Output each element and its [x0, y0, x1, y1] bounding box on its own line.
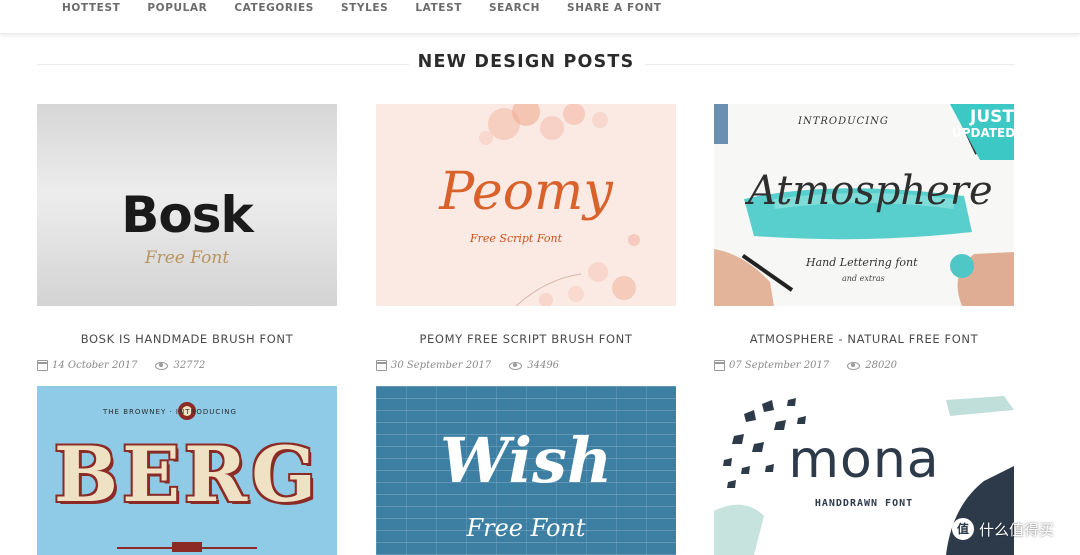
thumbnail-subline: Free Font	[466, 514, 586, 542]
just-updated-badge-line-2: UPDATED	[952, 126, 1014, 140]
site-watermark: 值 什么值得买	[952, 518, 1054, 540]
thumbnail-headline: Bosk	[121, 186, 253, 244]
post-thumbnail[interactable]: Wish Free Font	[376, 386, 676, 555]
thumbnail-headline: mona	[788, 430, 940, 490]
nav-item-styles[interactable]: STYLES	[341, 2, 388, 14]
post-thumbnail[interactable]: THE BROWNEY · INTRODUCING BERG	[37, 386, 337, 555]
just-updated-badge-line-1: JUST	[970, 107, 1014, 127]
thumbnail-subline: HANDDRAWN FONT	[814, 498, 914, 509]
watermark-logo: 值	[952, 518, 974, 540]
section-title: NEW DESIGN POSTS	[417, 52, 635, 72]
nav-item-hottest[interactable]: HOTTEST	[62, 2, 120, 14]
top-navigation: HOTTEST POPULAR CATEGORIES STYLES LATEST…	[0, 0, 1080, 34]
nav-item-latest[interactable]: LATEST	[415, 2, 462, 14]
post-date: 07 September 2017	[729, 360, 830, 371]
post-views: 28020	[865, 360, 898, 371]
post-title[interactable]: BOSK IS HANDMADE BRUSH FONT	[37, 332, 337, 346]
post-title[interactable]: PEOMY FREE SCRIPT BRUSH FONT	[376, 332, 676, 346]
post-meta: 30 September 2017 34496	[376, 360, 559, 371]
calendar-icon	[37, 360, 48, 371]
nav-menu: HOTTEST POPULAR CATEGORIES STYLES LATEST…	[62, 2, 688, 14]
post-date: 30 September 2017	[391, 360, 492, 371]
thumbnail-subline: Free Font	[144, 248, 230, 268]
thumbnail-subline: Free Script Font	[470, 232, 562, 245]
thumbnail-subline-2: and extras	[842, 274, 885, 283]
post-views: 32772	[173, 360, 206, 371]
post-date: 14 October 2017	[52, 360, 138, 371]
thumbnail-headline: Wish	[439, 424, 613, 497]
nav-item-search[interactable]: SEARCH	[489, 2, 540, 14]
eye-icon	[847, 361, 861, 370]
thumbnail-headline: Peomy	[439, 162, 613, 222]
post-thumbnail[interactable]: INTRODUCING Atmosphere Hand Lettering fo…	[714, 104, 1014, 306]
thumbnail-kicker: INTRODUCING	[798, 116, 889, 127]
eye-icon	[509, 361, 523, 370]
thumbnail-headline: Atmosphere	[748, 168, 993, 214]
nav-item-categories[interactable]: CATEGORIES	[234, 2, 314, 14]
thumbnail-headline: BERG	[53, 430, 321, 519]
calendar-icon	[714, 360, 725, 371]
post-meta: 14 October 2017 32772	[37, 360, 205, 371]
thumbnail-subline: Hand Lettering font	[806, 256, 918, 269]
nav-item-share-a-font[interactable]: SHARE A FONT	[567, 2, 661, 14]
eye-icon	[155, 361, 169, 370]
thumbnail-kicker: THE BROWNEY · INTRODUCING	[103, 408, 237, 416]
calendar-icon	[376, 360, 387, 371]
post-views: 34496	[527, 360, 560, 371]
post-title[interactable]: ATMOSPHERE - NATURAL FREE FONT	[714, 332, 1014, 346]
post-thumbnail[interactable]: Peomy Free Script Font	[376, 104, 676, 306]
watermark-text: 什么值得买	[979, 520, 1055, 539]
section-heading: NEW DESIGN POSTS	[37, 50, 1015, 78]
post-meta: 07 September 2017 28020	[714, 360, 897, 371]
nav-item-popular[interactable]: POPULAR	[147, 2, 207, 14]
post-thumbnail[interactable]: Bosk Free Font	[37, 104, 337, 306]
divider-right	[645, 64, 1015, 65]
